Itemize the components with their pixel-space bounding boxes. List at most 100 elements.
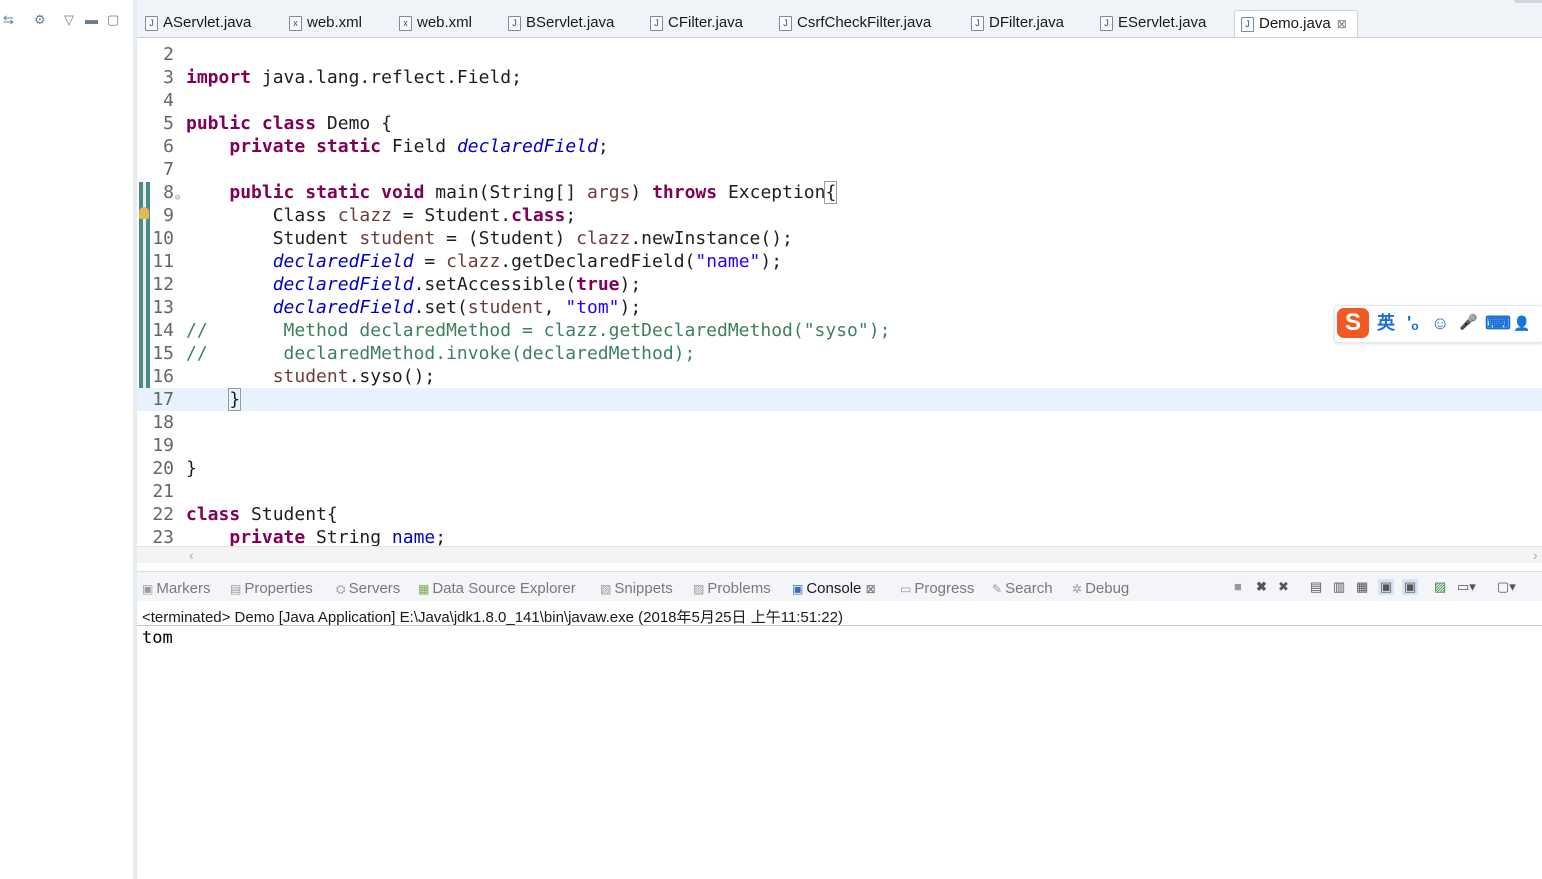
java-file-icon: J	[145, 16, 158, 31]
show-on-stdout-icon[interactable]: ▣	[1378, 579, 1395, 595]
show-on-stderr-icon[interactable]: ▣	[1402, 579, 1419, 595]
code-text: =	[413, 251, 447, 272]
word-wrap-icon[interactable]: ▦	[1356, 579, 1368, 595]
line-number: 15	[152, 343, 174, 364]
search-icon: ✎	[992, 582, 1003, 596]
code-line: 18	[137, 411, 1542, 434]
line-number: 18	[152, 412, 174, 433]
minimize-icon[interactable]: ▬	[85, 12, 98, 28]
close-tab-icon[interactable]: ⊠	[866, 582, 876, 596]
tab-cfilter-java[interactable]: J CFilter.java	[644, 10, 743, 37]
tab-problems[interactable]: ▨ Problems	[693, 580, 771, 597]
code-text: .getDeclaredField(	[500, 251, 696, 272]
servers-icon: ⛭	[336, 582, 346, 596]
local-variable: clazz	[446, 251, 501, 272]
tab-search[interactable]: ✎ Search	[992, 580, 1053, 597]
code-line: 3 import java.lang.reflect.Field;	[137, 66, 1542, 89]
tab-demo-java[interactable]: J Demo.java ⊠	[1234, 10, 1358, 37]
pin-console-icon[interactable]: ▨	[1434, 579, 1446, 595]
console-view[interactable]: <terminated> Demo [Java Application] E:\…	[137, 601, 1542, 879]
code-text: Class	[272, 205, 338, 226]
editor-horizontal-scrollbar[interactable]: ‹ ›	[137, 546, 1542, 563]
tab-properties[interactable]: ▤ Properties	[230, 580, 313, 597]
punctuation-icon[interactable]: 'ₒ	[1407, 312, 1419, 334]
code-text: }	[186, 458, 197, 479]
editor-tab-bar: J AServlet.java x web.xml x web.xml J BServl…	[137, 0, 1542, 38]
scroll-right-icon[interactable]: ›	[1533, 547, 1538, 563]
tab-csrfcheckfilter-java[interactable]: J CsrfCheckFilter.java	[773, 10, 931, 37]
xml-file-icon: x	[289, 16, 302, 31]
tab-snippets[interactable]: ▧ Snippets	[600, 580, 673, 597]
ime-toolbar[interactable]: S 英 'ₒ ☺ 🎤 ⌨ 👤	[1334, 305, 1542, 343]
line-number: 23	[152, 527, 174, 546]
line-number: 16	[152, 366, 174, 387]
matching-brace: {	[824, 181, 838, 204]
tab-debug[interactable]: ✲ Debug	[1072, 580, 1129, 597]
close-tab-icon[interactable]: ⊠	[1337, 17, 1347, 31]
tab-data-source-explorer[interactable]: ▦ Data Source Explorer	[418, 580, 576, 597]
scroll-lock-icon[interactable]: ▥	[1333, 579, 1345, 595]
line-number: 14	[152, 320, 174, 341]
remove-launch-icon[interactable]: ✖	[1256, 579, 1267, 595]
console-icon: ▣	[792, 582, 804, 596]
microphone-icon[interactable]: 🎤	[1459, 312, 1478, 334]
code-line: 11 declaredField = clazz.getDeclaredFiel…	[137, 250, 1542, 273]
code-line: 4	[137, 89, 1542, 112]
remove-all-icon[interactable]: ✖	[1278, 579, 1289, 595]
open-console-icon[interactable]: ▢▾	[1497, 579, 1516, 595]
code-line: 12 declaredField.setAccessible(true);	[137, 273, 1542, 296]
tab-aservlet-java[interactable]: J AServlet.java	[139, 10, 251, 37]
user-icon[interactable]: 👤	[1513, 312, 1530, 334]
view-menu-icon[interactable]: ▽	[64, 12, 74, 28]
sogou-logo-icon[interactable]: S	[1337, 308, 1369, 338]
code-line: 19	[137, 434, 1542, 457]
code-line: 6 private static Field declaredField;	[137, 135, 1542, 158]
java-file-icon: J	[1241, 17, 1254, 32]
collapse-all-icon[interactable]: ⚙	[34, 12, 46, 28]
code-editor[interactable]: 2 3 import java.lang.reflect.Field; 4 5 pu…	[137, 38, 1542, 546]
tab-console[interactable]: ▣ Console ⊠	[792, 580, 876, 597]
keyword: class	[511, 205, 566, 226]
markers-icon: ▣	[142, 582, 154, 596]
java-file-icon: J	[650, 16, 663, 31]
line-number: 20	[152, 458, 174, 479]
scroll-left-icon[interactable]: ‹	[189, 547, 194, 563]
emoji-icon[interactable]: ☺	[1431, 312, 1449, 334]
data-source-icon: ▦	[418, 582, 430, 596]
line-number: 7	[163, 159, 174, 180]
keyboard-icon[interactable]: ⌨	[1485, 312, 1511, 334]
terminate-icon[interactable]: ■	[1234, 579, 1242, 594]
keyword: true	[576, 274, 620, 295]
tab-web-xml-1[interactable]: x web.xml	[283, 10, 362, 37]
console-output[interactable]: tom	[142, 628, 173, 648]
tab-label: Snippets	[614, 580, 673, 597]
tab-eservlet-java[interactable]: J EServlet.java	[1094, 10, 1206, 37]
tab-dfilter-java[interactable]: J DFilter.java	[965, 10, 1064, 37]
link-with-editor-icon[interactable]: ⇆	[3, 12, 14, 28]
comment: // declaredMethod.invoke(declaredMethod)…	[186, 343, 696, 364]
code-line: 8 ⊖ public static void main(String[] args…	[137, 181, 1542, 204]
code-text: .syso();	[348, 366, 436, 387]
tab-label: CsrfCheckFilter.java	[797, 14, 932, 31]
tab-bservlet-java[interactable]: J BServlet.java	[502, 10, 614, 37]
keyword: private	[229, 136, 306, 157]
tab-label: Console	[806, 580, 862, 597]
code-line: 14 // Method declaredMethod = clazz.getDe…	[137, 319, 1542, 342]
tab-servers[interactable]: ⛭ Servers	[336, 580, 400, 597]
display-console-icon[interactable]: ▭▾	[1457, 579, 1476, 595]
keyword: static	[305, 182, 371, 203]
ime-mode-toggle[interactable]: 英	[1377, 312, 1395, 334]
tab-progress[interactable]: ▭ Progress	[900, 580, 974, 597]
code-text: ,	[543, 297, 566, 318]
tab-markers[interactable]: ▣ Markers	[142, 580, 211, 597]
bottom-view-tab-bar: ▣ Markers ▤ Properties ⛭ Servers ▦ Data Sour…	[137, 571, 1542, 602]
tab-label: Search	[1005, 580, 1053, 597]
code-text: String	[305, 527, 392, 546]
tab-label: Properties	[244, 580, 313, 597]
code-line: 13 declaredField.set(student, "tom");	[137, 296, 1542, 319]
tab-web-xml-2[interactable]: x web.xml	[393, 10, 472, 37]
tab-bar-scroll-handle[interactable]	[1514, 0, 1542, 3]
line-number: 10	[152, 228, 174, 249]
clear-console-icon[interactable]: ▤	[1310, 579, 1322, 595]
maximize-icon[interactable]: ▢	[107, 12, 119, 28]
